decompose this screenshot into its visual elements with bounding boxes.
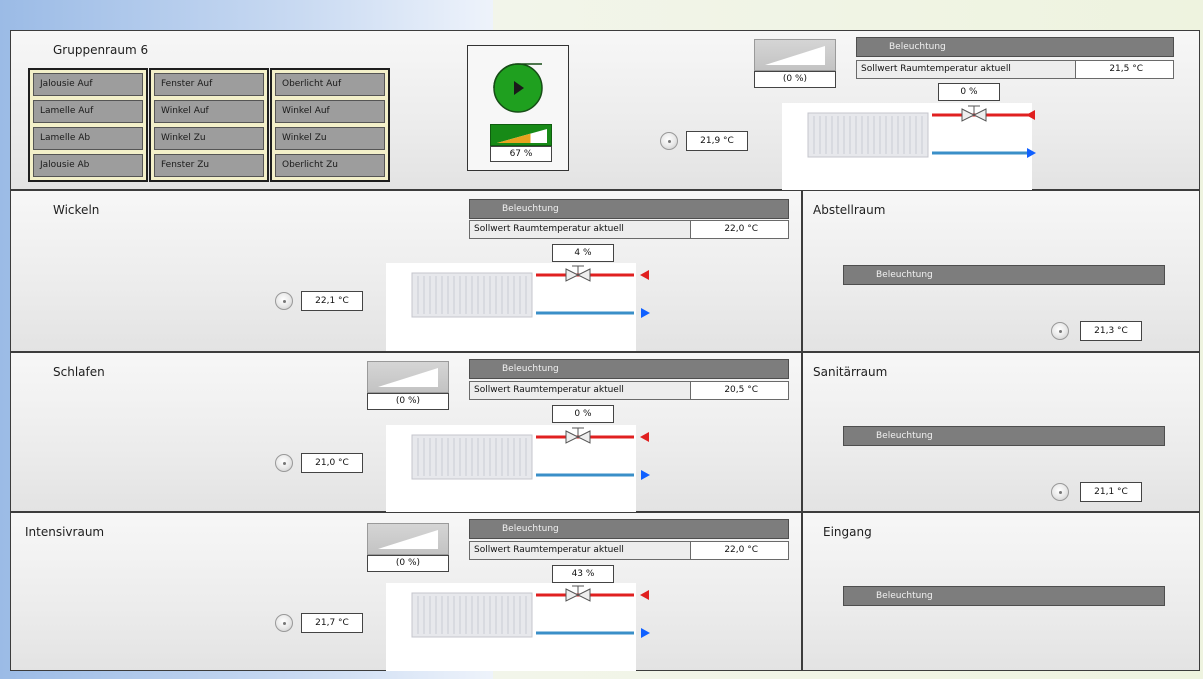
return-arrow-icon — [641, 470, 650, 480]
valve-percent: 0 % — [938, 83, 1000, 101]
pump-level-indicator — [490, 124, 552, 146]
panel-gruppenraum: Gruppenraum 6 Jalousie Auf Lamelle Auf L… — [10, 30, 1200, 191]
temperature-sensor-icon[interactable] — [660, 132, 678, 150]
supply-arrow-icon — [640, 590, 649, 600]
beleuchtung-bar[interactable]: Beleuchtung — [469, 519, 789, 539]
pump-percent: 67 % — [490, 146, 552, 162]
pump-widget: 67 % — [467, 45, 569, 171]
sollwert-label: Sollwert Raumtemperatur aktuell — [469, 541, 691, 560]
sollwert-label: Sollwert Raumtemperatur aktuell — [856, 60, 1076, 79]
valve-percent: 4 % — [552, 244, 614, 262]
oberlicht-winkel-zu-button[interactable]: Winkel Zu — [275, 127, 385, 150]
room-temperature: 22,1 °C — [301, 291, 363, 311]
sollwert-value: 20,5 °C — [691, 381, 789, 400]
room-temperature: 21,7 °C — [301, 613, 363, 633]
dimmer-wedge — [754, 39, 836, 71]
return-arrow-icon — [641, 628, 650, 638]
dimmer-percent: (0 %) — [754, 71, 836, 88]
panel-sanitaerraum: Sanitärraum Beleuchtung 21,1 °C — [802, 352, 1200, 512]
dimmer-percent: (0 %) — [367, 393, 449, 410]
return-arrow-icon — [1027, 148, 1036, 158]
jalousie-ab-button[interactable]: Jalousie Ab — [33, 154, 143, 177]
pump-level-wedge — [497, 129, 547, 143]
sollwert-label: Sollwert Raumtemperatur aktuell — [469, 381, 691, 400]
room-title: Schlafen — [53, 365, 105, 379]
beleuchtung-bar[interactable]: Beleuchtung — [856, 37, 1174, 57]
panel-schlafen: Schlafen (0 %) Beleuchtung Sollwert Raum… — [10, 352, 802, 513]
room-temperature: 21,9 °C — [686, 131, 748, 151]
panel-abstellraum: Abstellraum Beleuchtung 21,3 °C — [802, 190, 1200, 352]
temperature-sensor-icon[interactable] — [275, 292, 293, 310]
room-temperature: 21,3 °C — [1080, 321, 1142, 341]
fenster-auf-button[interactable]: Fenster Auf — [154, 73, 264, 96]
room-temperature: 21,0 °C — [301, 453, 363, 473]
room-title: Gruppenraum 6 — [53, 43, 149, 57]
radiator-diagram — [782, 103, 1032, 191]
sollwert-value: 21,5 °C — [1076, 60, 1174, 79]
valve-percent: 0 % — [552, 405, 614, 423]
oberlicht-auf-button[interactable]: Oberlicht Auf — [275, 73, 385, 96]
winkel-auf-button[interactable]: Winkel Auf — [154, 100, 264, 123]
winkel-zu-button[interactable]: Winkel Zu — [154, 127, 264, 150]
temperature-sensor-icon[interactable] — [275, 454, 293, 472]
radiator-diagram — [386, 583, 636, 671]
sollwert-row: Sollwert Raumtemperatur aktuell 21,5 °C — [856, 60, 1174, 79]
dimmer-widget[interactable]: (0 %) — [367, 361, 449, 411]
panel-intensivraum: Intensivraum (0 %) Beleuchtung Sollwert … — [10, 512, 802, 671]
dimmer-wedge — [367, 523, 449, 555]
fenster-zu-button[interactable]: Fenster Zu — [154, 154, 264, 177]
supply-arrow-icon — [640, 432, 649, 442]
valve-percent: 43 % — [552, 565, 614, 583]
sollwert-label: Sollwert Raumtemperatur aktuell — [469, 220, 691, 239]
beleuchtung-bar[interactable]: Beleuchtung — [843, 265, 1165, 285]
panel-eingang: Eingang Beleuchtung — [802, 512, 1200, 671]
lamelle-ab-button[interactable]: Lamelle Ab — [33, 127, 143, 150]
room-title: Intensivraum — [25, 525, 105, 539]
oberlicht-button-group: Oberlicht Auf Winkel Auf Winkel Zu Oberl… — [270, 68, 390, 182]
temperature-sensor-icon[interactable] — [275, 614, 293, 632]
return-arrow-icon — [641, 308, 650, 318]
sollwert-value: 22,0 °C — [691, 541, 789, 560]
jalousie-button-group: Jalousie Auf Lamelle Auf Lamelle Ab Jalo… — [28, 68, 148, 182]
beleuchtung-bar[interactable]: Beleuchtung — [469, 199, 789, 219]
room-title: Abstellraum — [813, 203, 886, 217]
room-title: Eingang — [823, 525, 872, 539]
room-title: Wickeln — [53, 203, 100, 217]
beleuchtung-bar[interactable]: Beleuchtung — [843, 586, 1165, 606]
beleuchtung-bar[interactable]: Beleuchtung — [843, 426, 1165, 446]
lamelle-auf-button[interactable]: Lamelle Auf — [33, 100, 143, 123]
radiator-diagram — [386, 425, 636, 513]
dimmer-wedge — [367, 361, 449, 393]
room-temperature: 21,1 °C — [1080, 482, 1142, 502]
sollwert-row: Sollwert Raumtemperatur aktuell 20,5 °C — [469, 381, 789, 400]
dimmer-widget[interactable]: (0 %) — [754, 39, 836, 89]
oberlicht-zu-button[interactable]: Oberlicht Zu — [275, 154, 385, 177]
sollwert-row: Sollwert Raumtemperatur aktuell 22,0 °C — [469, 541, 789, 560]
supply-arrow-icon — [640, 270, 649, 280]
beleuchtung-bar[interactable]: Beleuchtung — [469, 359, 789, 379]
oberlicht-winkel-auf-button[interactable]: Winkel Auf — [275, 100, 385, 123]
dimmer-widget[interactable]: (0 %) — [367, 523, 449, 573]
supply-arrow-icon — [1026, 110, 1035, 120]
pump-icon[interactable] — [492, 62, 544, 114]
jalousie-auf-button[interactable]: Jalousie Auf — [33, 73, 143, 96]
dimmer-percent: (0 %) — [367, 555, 449, 572]
temperature-sensor-icon[interactable] — [1051, 483, 1069, 501]
sollwert-value: 22,0 °C — [691, 220, 789, 239]
panel-wickeln: Wickeln Beleuchtung Sollwert Raumtempera… — [10, 190, 802, 352]
sollwert-row: Sollwert Raumtemperatur aktuell 22,0 °C — [469, 220, 789, 239]
fenster-button-group: Fenster Auf Winkel Auf Winkel Zu Fenster… — [149, 68, 269, 182]
radiator-diagram — [386, 263, 636, 351]
room-title: Sanitärraum — [813, 365, 888, 379]
temperature-sensor-icon[interactable] — [1051, 322, 1069, 340]
